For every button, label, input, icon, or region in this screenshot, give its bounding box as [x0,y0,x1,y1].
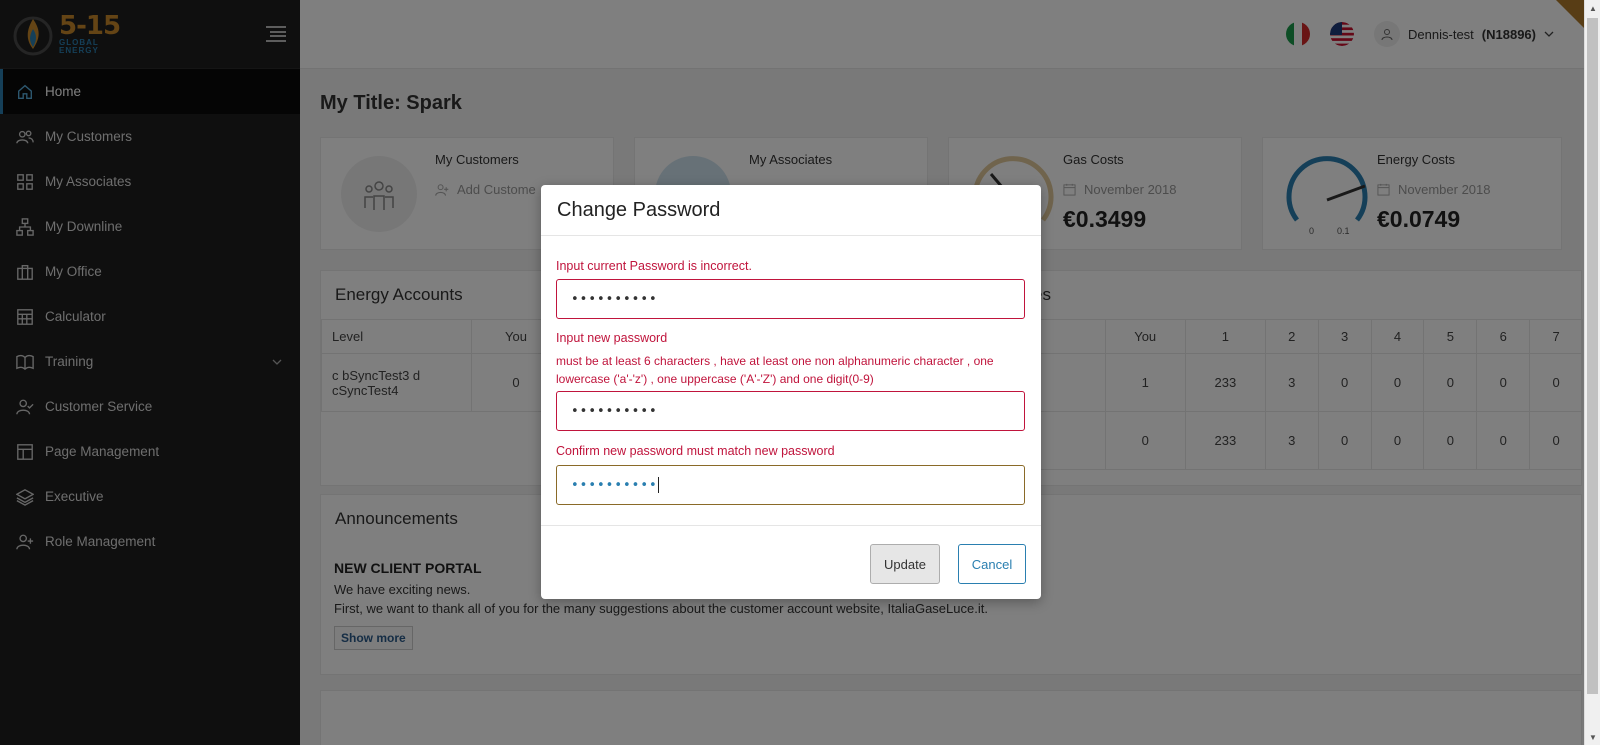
change-password-modal: Change Password Input current Password i… [541,185,1041,599]
text-caret [657,477,659,493]
scroll-thumb[interactable] [1587,18,1598,694]
modal-title: Change Password [557,198,721,221]
modal-header: Change Password [541,185,1041,236]
modal-footer: Update Cancel [870,544,1026,584]
new-password-label: Input new password [556,331,668,345]
cancel-button[interactable]: Cancel [958,544,1026,584]
confirm-password-input[interactable]: •••••••••• [556,465,1025,505]
new-password-rule: must be at least 6 characters , have at … [556,354,994,386]
update-button[interactable]: Update [870,544,940,584]
modal-body: Input current Password is incorrect. Inp… [541,236,1041,526]
current-password-input[interactable] [556,279,1025,319]
page-scrollbar[interactable]: ▲ ▼ [1584,0,1600,745]
current-password-error: Input current Password is incorrect. [556,259,752,273]
confirm-password-error: Confirm new password must match new pass… [556,444,835,458]
scroll-up-arrow-icon[interactable]: ▲ [1585,0,1600,16]
scroll-down-arrow-icon[interactable]: ▼ [1585,729,1600,745]
confirm-password-value: •••••••••• [571,477,658,493]
new-password-input[interactable] [556,391,1025,431]
